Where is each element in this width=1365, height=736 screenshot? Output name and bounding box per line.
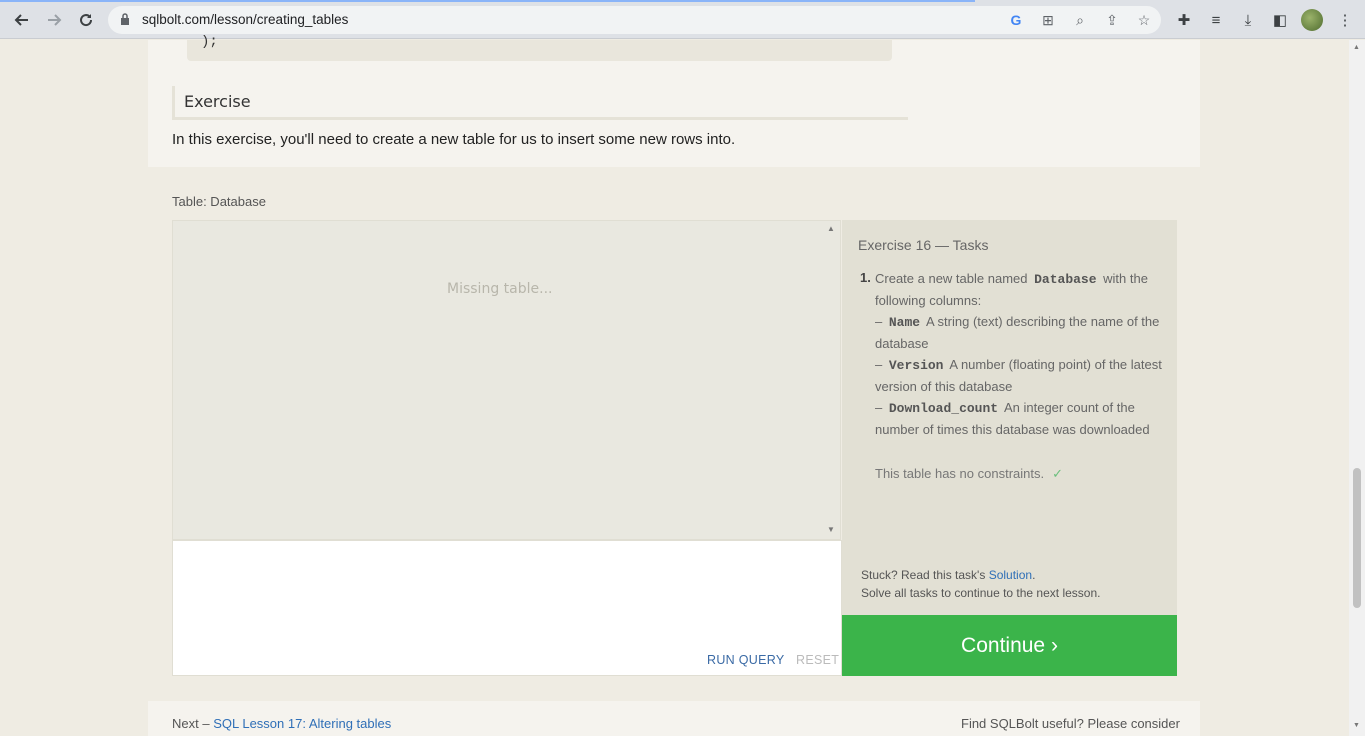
missing-table-text: Missing table... [447, 281, 553, 297]
table-label: Table: Database [172, 194, 266, 209]
zoom-icon[interactable]: ⌕ [1070, 10, 1090, 30]
back-icon[interactable] [10, 8, 34, 32]
forward-icon[interactable] [42, 8, 66, 32]
task-col-dash: – [875, 357, 883, 372]
share-icon[interactable]: ⇪ [1102, 10, 1122, 30]
scrollbar-thumb[interactable] [1353, 468, 1361, 608]
next-prefix: Next – [172, 716, 210, 731]
support-note: Find SQLBolt useful? Please consider [961, 716, 1180, 731]
lock-icon [121, 13, 129, 25]
task-number: 1. [860, 270, 871, 285]
translate-icon[interactable]: ⊞ [1038, 10, 1058, 30]
download-icon[interactable]: ⤓ [1237, 9, 1259, 31]
solution-link[interactable]: Solution [989, 568, 1032, 582]
loading-progress-bar [0, 0, 975, 2]
stuck-hint: Stuck? Read this task's Solution. Solve … [861, 566, 1100, 602]
exercise-heading: Exercise [172, 86, 908, 120]
extensions-icon[interactable]: ✚ [1173, 9, 1195, 31]
constraint-note: This table has no constraints. ✓ [875, 466, 1063, 482]
bookmark-star-icon[interactable]: ☆ [1134, 10, 1154, 30]
reload-icon[interactable] [74, 8, 98, 32]
tasks-title: Exercise 16 — Tasks [858, 237, 989, 253]
checkmark-icon: ✓ [1052, 466, 1063, 481]
code-block: ); [187, 35, 892, 61]
task-description: Create a new table named Database with t… [875, 268, 1167, 440]
task-intro-a: Create a new table named [875, 271, 1028, 286]
next-lesson: Next – SQL Lesson 17: Altering tables [172, 716, 391, 731]
scrollbar-down-icon[interactable]: ▼ [1353, 722, 1360, 729]
task-table-name: Database [1034, 272, 1097, 287]
stuck-suffix: . [1032, 568, 1036, 582]
solve-all-note: Solve all tasks to continue to the next … [861, 586, 1101, 600]
task-col-name: Version [888, 358, 944, 373]
task-col-dash: – [875, 400, 883, 415]
side-panel-icon[interactable]: ◧ [1269, 9, 1291, 31]
reset-button[interactable]: RESET [796, 653, 839, 667]
url-text[interactable]: sqlbolt.com/lesson/creating_tables [142, 12, 348, 27]
task-col-name: Name [888, 315, 921, 330]
exercise-intro: In this exercise, you'll need to create … [172, 131, 736, 148]
media-queue-icon[interactable]: ≡ [1205, 9, 1227, 31]
results-table-pane[interactable] [172, 220, 841, 540]
scroll-up-arrow-icon[interactable]: ▲ [827, 224, 835, 233]
constraint-text: This table has no constraints. [875, 466, 1045, 481]
scroll-down-arrow-icon[interactable]: ▼ [827, 525, 835, 534]
task-col-name: Download_count [888, 401, 999, 416]
address-bar[interactable]: sqlbolt.com/lesson/creating_tables G ⊞ ⌕… [108, 6, 1161, 34]
menu-kebab-icon[interactable]: ⋮ [1334, 9, 1356, 31]
task-col-dash: – [875, 314, 883, 329]
exercise-heading-text: Exercise [184, 92, 251, 111]
continue-button[interactable]: Continue › [842, 615, 1177, 676]
google-icon[interactable]: G [1006, 10, 1026, 30]
next-lesson-link[interactable]: SQL Lesson 17: Altering tables [213, 716, 391, 731]
profile-avatar[interactable] [1301, 9, 1323, 31]
scrollbar-up-icon[interactable]: ▲ [1353, 44, 1360, 51]
stuck-prefix: Stuck? Read this task's [861, 568, 986, 582]
run-query-button[interactable]: RUN QUERY [707, 653, 784, 667]
page-scrollbar[interactable]: ▲ ▼ [1349, 40, 1365, 736]
